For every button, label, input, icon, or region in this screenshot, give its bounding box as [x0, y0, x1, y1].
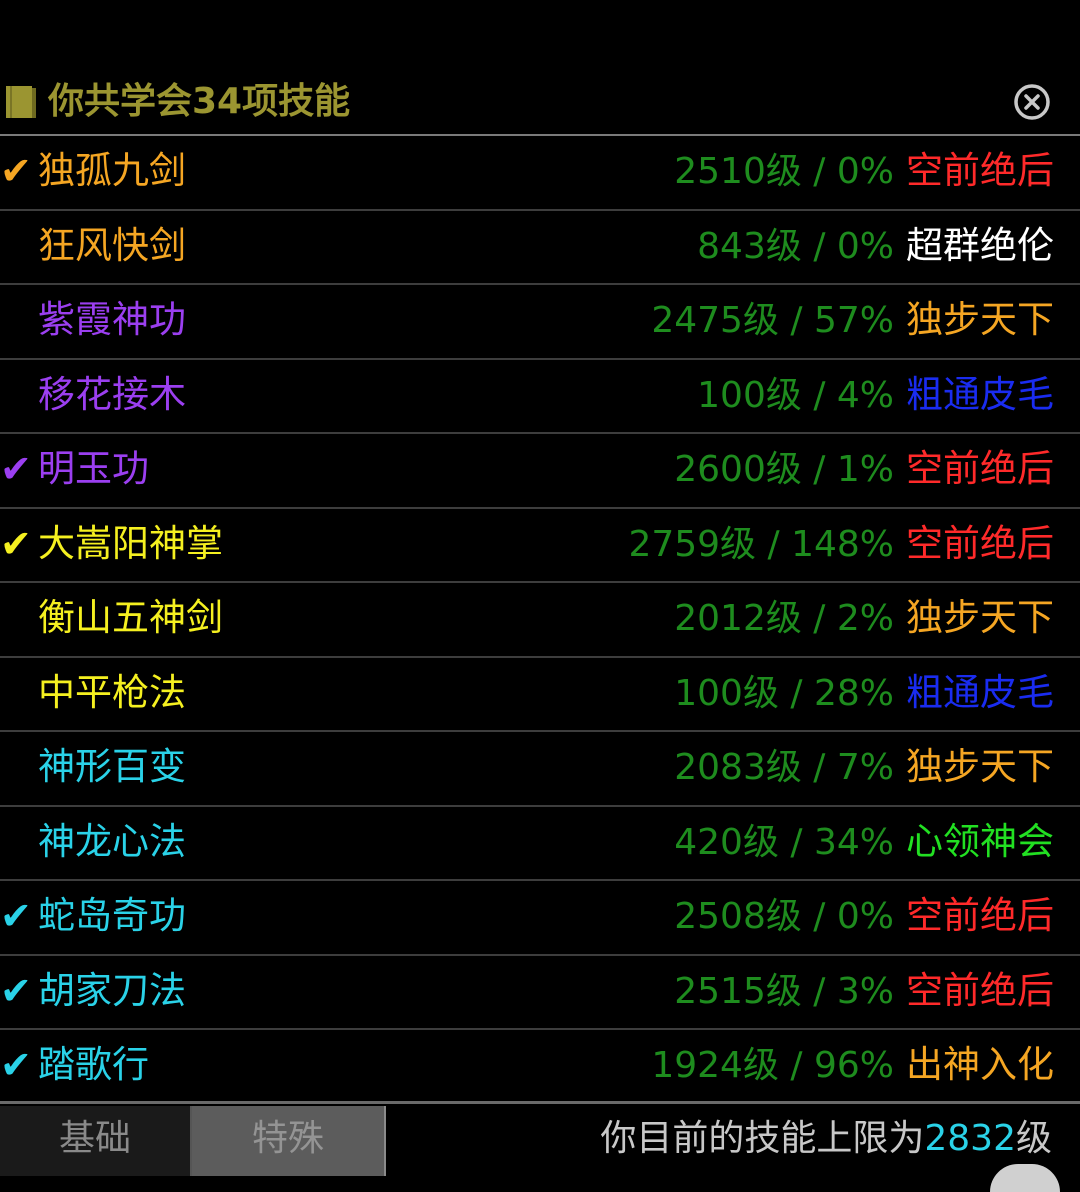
- skill-progress: 420级 / 34% 心领神会: [674, 817, 1054, 868]
- skill-progress: 2759级 / 148% 空前绝后: [628, 519, 1054, 570]
- skill-row[interactable]: 神形百变 2083级 / 7% 独步天下: [0, 732, 1080, 807]
- checkmark-icon: ✔: [0, 149, 32, 193]
- skills-header: 你共学会34项技能: [0, 70, 1080, 136]
- skill-rank: 空前绝后: [906, 894, 1054, 937]
- skill-limit-suffix: 级: [1015, 1118, 1052, 1159]
- skill-name: 大嵩阳神掌: [38, 521, 223, 565]
- skill-name: 神形百变: [38, 745, 186, 788]
- checkmark-icon: [0, 742, 36, 792]
- skill-rank: 心领神会: [906, 819, 1054, 863]
- skill-rank: 独步天下: [906, 596, 1054, 639]
- skill-row[interactable]: ✔ 明玉功 2600级 / 1% 空前绝后: [0, 434, 1080, 509]
- checkmark-icon: [0, 593, 36, 643]
- skill-name: 紫霞神功: [38, 298, 186, 341]
- checkmark-icon: ✔: [0, 894, 32, 938]
- skill-name: 独孤九剑: [38, 149, 186, 192]
- skill-row[interactable]: ✔ 胡家刀法 2515级 / 3% 空前绝后: [0, 956, 1080, 1030]
- skill-row[interactable]: 中平枪法 100级 / 28% 粗通皮毛: [0, 658, 1080, 732]
- skill-level-percent: 2515级 / 3%: [674, 970, 894, 1012]
- checkmark-icon: ✔: [0, 521, 32, 566]
- checkmark-icon: [0, 668, 36, 718]
- skill-level-percent: 420级 / 34%: [674, 821, 894, 863]
- skill-progress: 2510级 / 0% 空前绝后: [674, 146, 1054, 197]
- skill-row[interactable]: ✔ 独孤九剑 2510级 / 0% 空前绝后: [0, 136, 1080, 211]
- skill-level-percent: 2083级 / 7%: [674, 747, 894, 788]
- skill-row[interactable]: 神龙心法 420级 / 34% 心领神会: [0, 807, 1080, 881]
- checkmark-icon: [0, 221, 36, 271]
- skill-name: 衡山五神剑: [38, 596, 223, 639]
- skill-level-percent: 2508级 / 0%: [674, 896, 894, 937]
- checkmark-icon: [0, 295, 36, 345]
- skill-level-percent: 2012级 / 2%: [674, 598, 894, 639]
- skill-level-percent: 1924级 / 96%: [651, 1045, 894, 1086]
- checkmark-icon: [0, 817, 36, 867]
- skill-name: 胡家刀法: [38, 968, 186, 1012]
- skill-progress: 2083级 / 7% 独步天下: [674, 742, 1054, 793]
- skill-progress: 2475级 / 57% 独步天下: [651, 295, 1054, 346]
- skill-name: 狂风快剑: [38, 223, 186, 267]
- skill-progress: 2012级 / 2% 独步天下: [674, 593, 1054, 644]
- skill-progress: 843级 / 0% 超群绝伦: [697, 221, 1054, 272]
- skill-row[interactable]: 衡山五神剑 2012级 / 2% 独步天下: [0, 583, 1080, 658]
- skill-row[interactable]: ✔ 踏歌行 1924级 / 96% 出神入化: [0, 1030, 1080, 1105]
- skill-level-percent: 2510级 / 0%: [674, 151, 894, 192]
- checkmark-icon: ✔: [0, 1043, 32, 1087]
- skill-rank: 空前绝后: [906, 521, 1054, 565]
- checkmark-icon: ✔: [0, 447, 32, 491]
- skill-row[interactable]: ✔ 大嵩阳神掌 2759级 / 148% 空前绝后: [0, 509, 1080, 583]
- skill-level-percent: 100级 / 28%: [674, 672, 894, 714]
- header-title: 你共学会34项技能: [48, 81, 351, 122]
- skill-rank: 独步天下: [906, 745, 1054, 788]
- skill-row[interactable]: 紫霞神功 2475级 / 57% 独步天下: [0, 285, 1080, 360]
- skill-progress: 2508级 / 0% 空前绝后: [674, 891, 1054, 942]
- skill-name: 神龙心法: [38, 819, 186, 863]
- skill-level-percent: 843级 / 0%: [697, 225, 894, 267]
- checkmark-icon: [0, 370, 36, 420]
- skill-rank: 出神入化: [906, 1043, 1054, 1086]
- book-icon: [6, 86, 36, 118]
- skill-level-percent: 100级 / 4%: [697, 374, 894, 416]
- skill-level-percent: 2475级 / 57%: [651, 300, 894, 341]
- close-icon[interactable]: [1012, 82, 1052, 122]
- skill-rank: 空前绝后: [906, 447, 1054, 490]
- skill-rank: 空前绝后: [906, 149, 1054, 192]
- skill-rank: 独步天下: [906, 298, 1054, 341]
- skill-name: 蛇岛奇功: [38, 894, 186, 937]
- skill-limit-prefix: 你目前的技能上限为: [600, 1118, 925, 1159]
- skill-row[interactable]: 狂风快剑 843级 / 0% 超群绝伦: [0, 211, 1080, 285]
- skill-limit-text: 你目前的技能上限为2832级: [600, 1108, 1052, 1170]
- skill-level-percent: 2600级 / 1%: [674, 449, 894, 490]
- skill-progress: 100级 / 4% 粗通皮毛: [697, 370, 1054, 421]
- skill-name: 踏歌行: [38, 1043, 149, 1086]
- skill-rank: 粗通皮毛: [906, 372, 1054, 416]
- skill-rank: 超群绝伦: [906, 223, 1054, 267]
- skill-rank: 粗通皮毛: [906, 670, 1054, 714]
- skill-progress: 2515级 / 3% 空前绝后: [674, 966, 1054, 1017]
- skill-progress: 2600级 / 1% 空前绝后: [674, 444, 1054, 495]
- skill-rank: 空前绝后: [906, 968, 1054, 1012]
- skill-progress: 1924级 / 96% 出神入化: [651, 1040, 1054, 1091]
- skill-name: 中平枪法: [38, 670, 186, 714]
- skill-row[interactable]: 移花接木 100级 / 4% 粗通皮毛: [0, 360, 1080, 434]
- tab-special[interactable]: 特殊: [192, 1106, 386, 1176]
- skill-list: ✔ 独孤九剑 2510级 / 0% 空前绝后 狂风快剑 843级 / 0% 超群绝伦 紫霞神功…: [0, 136, 1080, 1105]
- skill-progress: 100级 / 28% 粗通皮毛: [674, 668, 1054, 719]
- skill-limit-value: 2832: [924, 1118, 1016, 1159]
- tab-basic[interactable]: 基础: [0, 1106, 192, 1176]
- skill-row[interactable]: ✔ 蛇岛奇功 2508级 / 0% 空前绝后: [0, 881, 1080, 956]
- checkmark-icon: ✔: [0, 968, 32, 1013]
- footer-bar: 基础 特殊 你目前的技能上限为2832级: [0, 1101, 1080, 1192]
- skill-level-percent: 2759级 / 148%: [628, 523, 894, 565]
- skill-name: 移花接木: [38, 372, 186, 416]
- skill-name: 明玉功: [38, 447, 149, 490]
